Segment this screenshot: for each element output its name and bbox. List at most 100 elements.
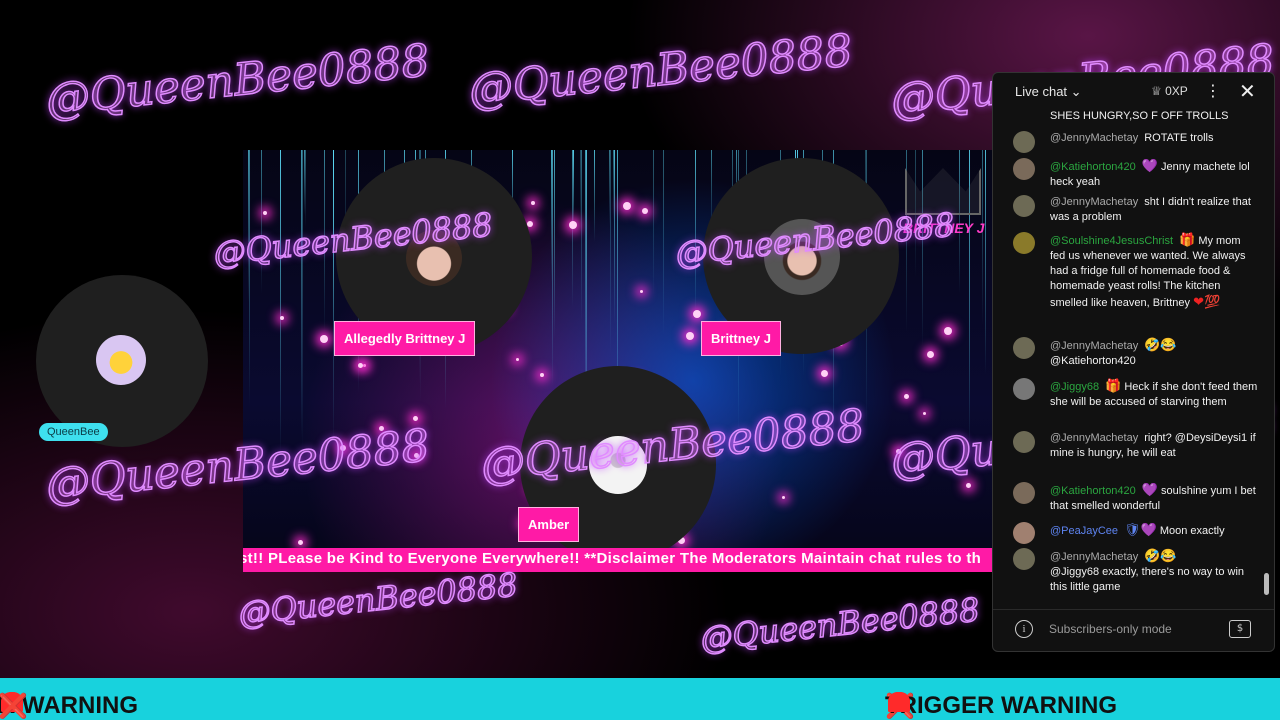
chat-message: @JennyMachetay right? @DeysiDeysi1 if min… <box>1013 431 1258 461</box>
light-streak <box>554 150 555 339</box>
avatar[interactable] <box>1013 522 1035 544</box>
chat-message-partial: SHES HUNGRY,SO F OFF TROLLS <box>1013 109 1258 124</box>
queenbee-avatar <box>96 335 146 385</box>
chat-message: @Soulshine4JesusChrist 🎁 My mom fed us wh… <box>1013 232 1258 311</box>
light-streak <box>302 150 303 450</box>
chat-title-label: Live chat <box>1015 84 1068 99</box>
ticker-bar: st!! PLease be Kind to Everyone Everywhe… <box>243 548 993 572</box>
sparkle <box>821 370 828 377</box>
avatar[interactable] <box>1013 195 1035 217</box>
sparkle <box>623 202 631 210</box>
author-name[interactable]: @Jiggy68 <box>1050 381 1099 393</box>
sparkle <box>569 221 577 229</box>
moderator-icon: 🛡 <box>1124 522 1141 537</box>
light-streak <box>552 150 553 387</box>
sparkle <box>540 373 544 377</box>
avatar[interactable] <box>1013 337 1035 359</box>
light-streak <box>280 150 281 454</box>
sparkle <box>280 316 284 320</box>
siren-icon <box>888 692 910 712</box>
badge-icon: 🎁 <box>1105 378 1122 393</box>
message-text: ROTATE trolls <box>1144 132 1214 144</box>
author-name[interactable]: @JennyMachetay <box>1050 432 1138 444</box>
name-tag-amber: Amber <box>518 507 580 542</box>
close-icon[interactable]: ✕ <box>1239 79 1256 103</box>
author-name[interactable]: @JennyMachetay <box>1050 340 1138 352</box>
hundred-emoji: 💯 <box>1203 294 1221 309</box>
chat-message: @Jiggy68 🎁 Heck if she don't feed them sh… <box>1013 378 1258 410</box>
avatar[interactable] <box>1013 378 1035 400</box>
avatar[interactable] <box>1013 548 1035 570</box>
avatar[interactable] <box>1013 232 1035 254</box>
sparkle <box>531 201 535 205</box>
super-chat-icon[interactable]: $ <box>1229 620 1251 638</box>
sparkle <box>904 394 909 399</box>
heart-emoji: ❤ <box>1193 294 1204 309</box>
cross-icon: ❌ <box>0 693 28 720</box>
badge-icon: 🎁 <box>1179 232 1196 247</box>
warning-right-text: TRIGGER WARNING <box>885 692 1117 719</box>
light-streak <box>663 150 664 336</box>
live-chat-panel: Live chat ⌄ ♕ 0XP ⋮ ✕ SHES HUNGRY,SO F O… <box>992 72 1275 652</box>
light-streak <box>305 150 306 227</box>
laugh-emoji: 🤣😂 <box>1144 548 1177 563</box>
sparkle <box>927 351 934 358</box>
chat-message: @JennyMachetay 🤣😂 @Katiehorton420 <box>1013 337 1258 369</box>
light-streak <box>333 150 334 443</box>
author-name[interactable]: @PeaJayCee <box>1050 525 1118 537</box>
message-text: SHES HUNGRY,SO F OFF TROLLS <box>1050 110 1229 122</box>
chat-message: @Katiehorton420 💜 Jenny machete lol heck … <box>1013 158 1258 190</box>
name-tag-brittney: Brittney J <box>701 321 781 356</box>
xp-badge[interactable]: ♕ 0XP <box>1151 84 1188 98</box>
chat-message: @JennyMachetay ROTATE trolls <box>1013 131 1258 153</box>
avatar[interactable] <box>1013 131 1035 153</box>
chat-header: Live chat ⌄ ♕ 0XP ⋮ ✕ <box>993 73 1274 111</box>
message-text: @Jiggy68 exactly, there's no way to win … <box>1050 566 1245 593</box>
light-streak <box>922 150 923 347</box>
more-options-icon[interactable]: ⋮ <box>1205 81 1221 100</box>
chat-messages: SHES HUNGRY,SO F OFF TROLLS @JennyMachet… <box>993 109 1263 609</box>
light-streak <box>572 150 573 308</box>
xp-value: 0XP <box>1165 84 1188 98</box>
author-name[interactable]: @JennyMachetay <box>1050 196 1138 208</box>
chat-footer: i Subscribers-only mode $ <box>993 609 1274 651</box>
light-streak <box>261 150 262 294</box>
message-text: Moon exactly <box>1159 525 1225 537</box>
light-streak <box>610 150 611 355</box>
sparkle <box>642 208 648 214</box>
badge-icon: 💜 <box>1140 522 1157 537</box>
sparkle <box>693 310 701 318</box>
sparkle <box>782 496 785 499</box>
sparkle <box>527 221 533 227</box>
light-streak <box>581 150 582 324</box>
author-name[interactable]: @JennyMachetay <box>1050 132 1138 144</box>
subscribers-only-label: Subscribers-only mode <box>1049 622 1172 636</box>
author-name[interactable]: @Katiehorton420 <box>1050 161 1136 173</box>
author-name[interactable]: @Katiehorton420 <box>1050 485 1136 497</box>
chat-scrollbar[interactable] <box>1264 573 1269 595</box>
light-streak <box>653 150 654 295</box>
chat-message: @Katiehorton420 💜 soulshine yum I bet tha… <box>1013 482 1258 514</box>
sparkle <box>516 358 519 361</box>
badge-icon: 💜 <box>1141 482 1158 497</box>
queenbee-label: QueenBee <box>39 423 108 441</box>
sparkle <box>358 363 363 368</box>
author-name[interactable]: @Soulshine4JesusChrist <box>1050 235 1173 247</box>
sparkle <box>320 335 328 343</box>
sparkle <box>640 290 643 293</box>
avatar[interactable] <box>1013 431 1035 453</box>
avatar[interactable] <box>1013 158 1035 180</box>
chat-message: @JennyMachetay 🤣😂 @Jiggy68 exactly, there'… <box>1013 548 1258 595</box>
live-chat-dropdown[interactable]: Live chat ⌄ <box>1015 84 1082 100</box>
sparkle <box>944 327 952 335</box>
chat-message: @JennyMachetay sht I didn't realize that … <box>1013 195 1258 225</box>
avatar[interactable] <box>1013 482 1035 504</box>
laugh-emoji: 🤣😂 <box>1144 337 1177 352</box>
message-text: @Katiehorton420 <box>1050 355 1136 367</box>
warning-banner: R WARNING ❌ ❌ TRIGGER WARNING <box>0 678 1280 720</box>
author-name[interactable]: @JennyMachetay <box>1050 551 1138 563</box>
sparkle <box>363 364 366 367</box>
light-streak <box>249 150 250 406</box>
light-streak <box>609 150 610 226</box>
info-icon[interactable]: i <box>1015 620 1033 638</box>
